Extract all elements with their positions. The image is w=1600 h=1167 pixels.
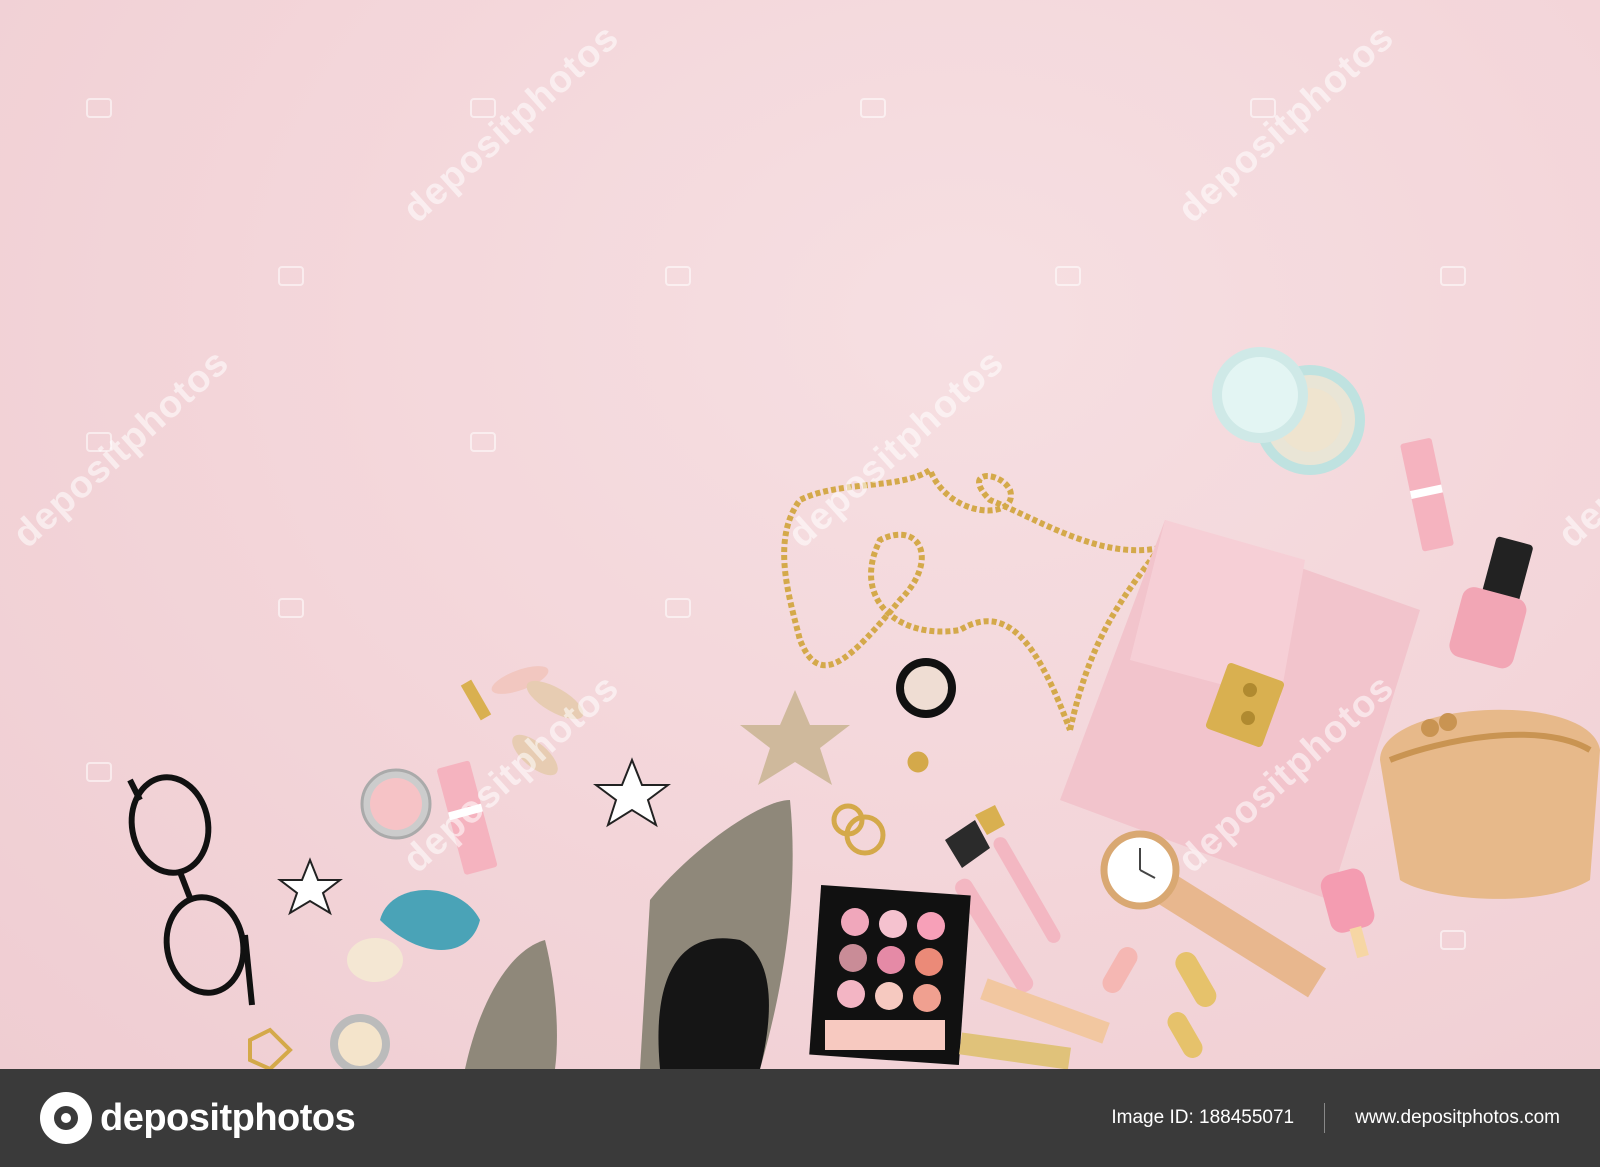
gold-earring-icon	[248, 1027, 293, 1069]
drop-earrings-icon	[1102, 947, 1217, 1058]
watermark-camera-icon	[1250, 98, 1276, 118]
highlight-compact-icon	[896, 658, 956, 718]
mascara-icon	[959, 978, 1110, 1069]
site-link[interactable]: www.depositphotos.com	[1355, 1107, 1560, 1129]
flatlay-photo: depositphotos depositphotos depositphoto…	[0, 0, 1600, 1069]
watermark-camera-icon	[278, 266, 304, 286]
eyeshadow-palette-icon	[809, 884, 971, 1066]
shell-brush-icon	[347, 890, 480, 982]
camera-logo-icon	[40, 1092, 92, 1144]
glasses-icon	[127, 774, 255, 1006]
footer-bar: depositphotos Image ID: 188455071 www.de…	[0, 1069, 1600, 1167]
nail-polish-icon	[1449, 536, 1533, 669]
watermark-camera-icon	[665, 598, 691, 618]
lipstick-icon	[1400, 438, 1454, 552]
logo-text: depositphotos	[100, 1096, 356, 1139]
powder-compact-icon	[1212, 347, 1365, 475]
image-meta: Image ID: 188455071 www.depositphotos.co…	[1111, 1103, 1560, 1133]
watermark-camera-icon	[470, 432, 496, 452]
watermark-camera-icon	[86, 432, 112, 452]
coin-purse-icon	[1380, 709, 1600, 899]
popsicle-icon	[1320, 868, 1375, 959]
depositphotos-logo[interactable]: depositphotos	[40, 1092, 356, 1144]
watermark-camera-icon	[1440, 266, 1466, 286]
watermark-camera-icon	[665, 266, 691, 286]
divider	[1324, 1103, 1326, 1133]
powder-small-icon	[330, 1014, 390, 1069]
star-brooch-icon	[740, 690, 850, 785]
keychain-icon	[831, 751, 929, 856]
watermark-camera-icon	[860, 98, 886, 118]
snakeskin-shoe-icon	[465, 800, 793, 1069]
watermark-camera-icon	[86, 98, 112, 118]
stock-photo-page: depositphotos depositphotos depositphoto…	[0, 0, 1600, 1167]
watermark-camera-icon	[1440, 930, 1466, 950]
watermark-camera-icon	[278, 598, 304, 618]
image-id: Image ID: 188455071	[1111, 1107, 1295, 1128]
watermark-camera-icon	[1055, 266, 1081, 286]
watermark-camera-icon	[86, 762, 112, 782]
watermark-camera-icon	[470, 98, 496, 118]
